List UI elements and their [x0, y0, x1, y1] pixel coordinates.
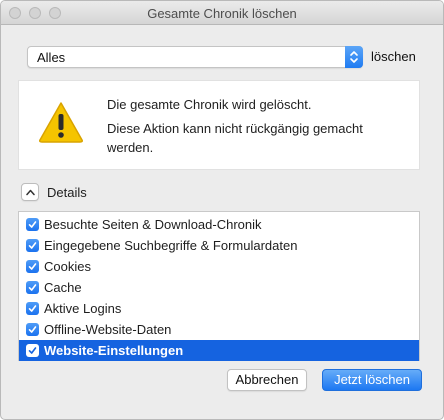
warning-message: Die gesamte Chronik wird gelöscht.	[107, 97, 312, 112]
list-item[interactable]: Eingegebene Suchbegriffe & Formulardaten	[19, 235, 419, 256]
warning-panel: Die gesamte Chronik wird gelöscht. Diese…	[18, 80, 420, 170]
checkbox[interactable]	[26, 344, 39, 357]
checkmark-icon	[28, 326, 37, 333]
checkmark-icon	[28, 263, 37, 270]
list-item[interactable]: Besuchte Seiten & Download-Chronik	[19, 214, 419, 235]
checkmark-icon	[28, 347, 37, 354]
timerange-select[interactable]: Alles	[27, 46, 363, 68]
checkmark-icon	[28, 284, 37, 291]
item-label: Cookies	[44, 259, 91, 274]
item-label: Website-Einstellungen	[44, 343, 184, 358]
checkbox[interactable]	[26, 323, 39, 336]
clear-history-dialog: Gesamte Chronik löschen Alles löschen Di…	[0, 0, 444, 420]
details-label: Details	[47, 185, 87, 200]
warning-detail: Diese Aktion kann nicht rückgängig gemac…	[107, 121, 363, 155]
checkmark-icon	[28, 305, 37, 312]
history-item-list: Besuchte Seiten & Download-Chronik Einge…	[18, 211, 420, 361]
cancel-button[interactable]: Abbrechen	[227, 369, 307, 391]
checkbox[interactable]	[26, 302, 39, 315]
details-disclosure-button[interactable]	[21, 183, 39, 201]
item-label: Cache	[44, 280, 82, 295]
checkbox[interactable]	[26, 281, 39, 294]
chevron-up-icon	[26, 189, 35, 196]
warning-icon	[39, 102, 83, 143]
item-label: Offline-Website-Daten	[44, 322, 172, 337]
list-item-selected[interactable]: Website-Einstellungen	[19, 340, 419, 361]
item-label: Aktive Logins	[44, 301, 122, 316]
list-item[interactable]: Offline-Website-Daten	[19, 319, 419, 340]
checkmark-icon	[28, 242, 37, 249]
list-item[interactable]: Cache	[19, 277, 419, 298]
title-bar: Gesamte Chronik löschen	[1, 1, 443, 25]
list-item[interactable]: Cookies	[19, 256, 419, 277]
timerange-action-label: löschen	[371, 49, 416, 64]
timerange-selected-value: Alles	[37, 50, 66, 65]
item-label: Eingegebene Suchbegriffe & Formulardaten	[44, 238, 298, 253]
item-label: Besuchte Seiten & Download-Chronik	[44, 217, 262, 232]
checkbox[interactable]	[26, 218, 39, 231]
clear-now-button[interactable]: Jetzt löschen	[322, 369, 422, 391]
checkbox[interactable]	[26, 260, 39, 273]
updown-chevron-icon	[345, 46, 363, 68]
checkmark-icon	[28, 221, 37, 228]
checkbox[interactable]	[26, 239, 39, 252]
window-title: Gesamte Chronik löschen	[147, 6, 297, 21]
list-item[interactable]: Aktive Logins	[19, 298, 419, 319]
